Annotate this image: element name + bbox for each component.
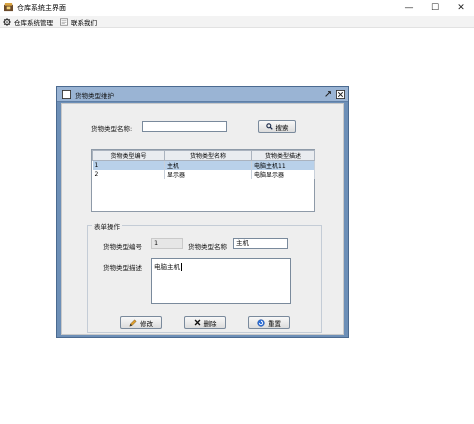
text-cursor: [181, 263, 182, 271]
iconify-icon[interactable]: [324, 90, 332, 98]
frame-content: 货物类型名称: 搜索 货物类型编号 货物类型名称 货物类型描述 1 主机 电脑主…: [61, 103, 344, 335]
column-header-name[interactable]: 货物类型名称: [164, 150, 252, 161]
search-button-label: 搜索: [275, 123, 289, 132]
edit-button[interactable]: 修改: [120, 316, 162, 329]
maximize-icon: ☐: [430, 3, 440, 13]
pencil-icon: [129, 318, 137, 327]
frame-title: 货物类型维护: [75, 92, 114, 100]
maximize-button[interactable]: ☐: [422, 0, 448, 16]
menu-contact-us[interactable]: 联系我们: [60, 17, 97, 27]
window-title: 仓库系统主界面: [17, 4, 66, 12]
desc-label: 货物类型描述: [103, 264, 142, 272]
window-titlebar: 仓库系统主界面 — ☐ ✕: [0, 0, 474, 16]
desc-textarea[interactable]: 电脑主机: [151, 258, 291, 304]
search-label: 货物类型名称:: [91, 125, 133, 133]
close-button[interactable]: ✕: [448, 0, 474, 16]
search-icon: [265, 123, 273, 130]
delete-button[interactable]: 删除: [184, 316, 226, 329]
cell-name: 主机: [164, 160, 252, 170]
contact-icon: [60, 18, 68, 26]
column-header-desc[interactable]: 货物类型描述: [251, 150, 315, 161]
reset-button[interactable]: 重置: [248, 316, 290, 329]
close-icon: ✕: [457, 3, 465, 13]
name-label: 货物类型名称: [188, 243, 227, 251]
reset-button-label: 重置: [268, 319, 281, 328]
minimize-button[interactable]: —: [396, 0, 422, 16]
table-header: 货物类型编号 货物类型名称 货物类型描述: [92, 150, 315, 161]
frame-close-icon[interactable]: [336, 90, 345, 99]
menu-label: 仓库系统管理: [14, 19, 53, 27]
cell-desc: 电脑主机11: [251, 160, 315, 170]
form-legend: 表单操作: [92, 221, 122, 231]
table-row[interactable]: 2 显示器 电脑显示器: [92, 170, 315, 179]
delete-button-label: 删除: [203, 319, 217, 328]
gear-icon: [3, 18, 11, 26]
name-input[interactable]: 主机: [233, 238, 288, 249]
cell-id: 1: [92, 160, 165, 170]
column-header-id[interactable]: 货物类型编号: [92, 150, 165, 161]
minimize-icon: —: [404, 3, 414, 13]
table-row[interactable]: 1 主机 电脑主机11: [92, 160, 315, 170]
menu-label: 联系我们: [71, 19, 97, 27]
search-button[interactable]: 搜索: [258, 120, 296, 133]
id-field: 1: [151, 238, 183, 249]
cell-id: 2: [92, 170, 165, 179]
cell-name: 显示器: [164, 170, 252, 179]
menubar: 仓库系统管理 联系我们: [0, 16, 474, 28]
reset-icon: [257, 318, 265, 327]
edit-button-label: 修改: [140, 319, 153, 328]
cell-desc: 电脑显示器: [251, 170, 315, 179]
search-input[interactable]: [142, 121, 227, 132]
type-table[interactable]: 货物类型编号 货物类型名称 货物类型描述 1 主机 电脑主机11 2 显示器 电…: [91, 149, 315, 212]
frame-titlebar[interactable]: 货物类型维护: [57, 87, 348, 102]
delete-icon: [194, 319, 200, 326]
frame-icon: [62, 90, 71, 99]
menu-warehouse-management[interactable]: 仓库系统管理: [3, 17, 53, 27]
id-label: 货物类型编号: [103, 243, 142, 251]
internal-frame: 货物类型维护 货物类型名称: 搜索 货物类型编号 货物类型名称 货物类型描述 1…: [56, 86, 349, 338]
app-icon: [4, 3, 13, 12]
